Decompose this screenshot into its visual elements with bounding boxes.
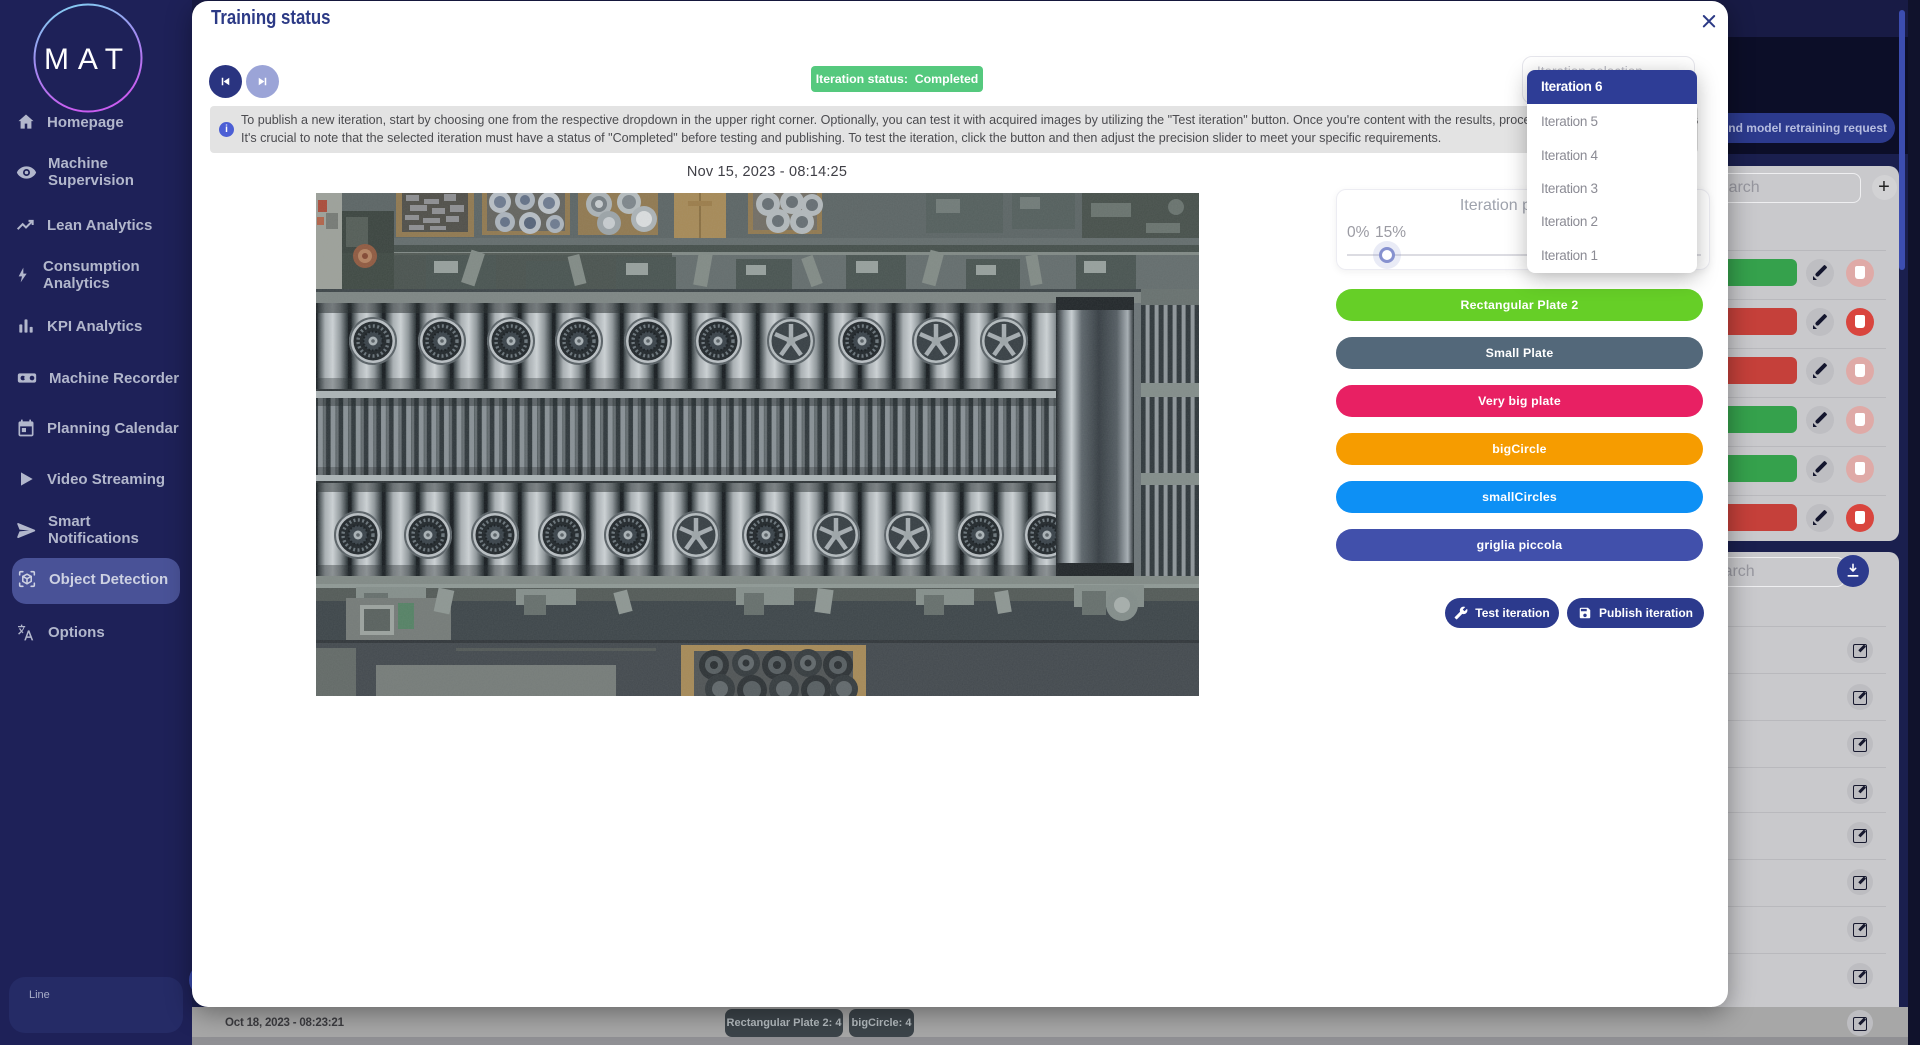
svg-text:MAT: MAT xyxy=(44,43,132,76)
